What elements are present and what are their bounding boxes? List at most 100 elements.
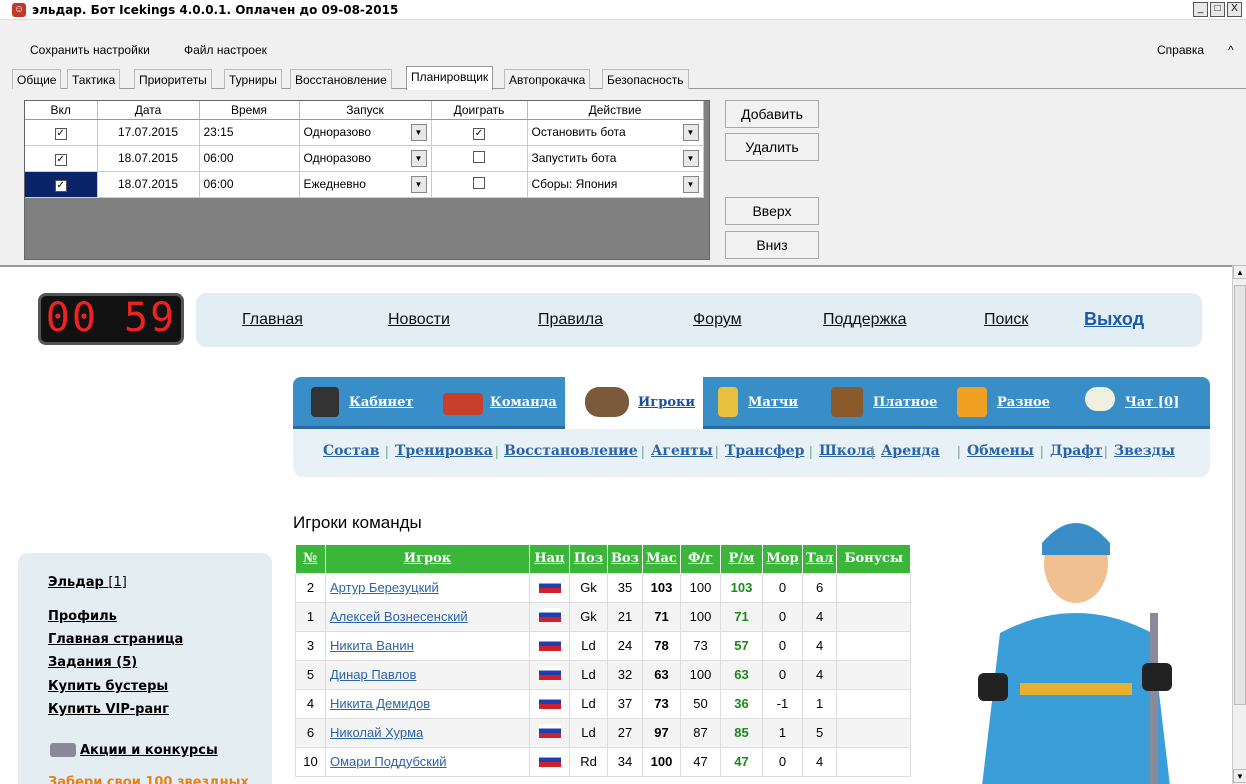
player-link[interactable]: Динар Павлов	[325, 659, 530, 690]
move-up-button[interactable]: Вверх	[725, 197, 819, 225]
col-nation[interactable]: Нац	[529, 545, 570, 573]
dropdown-arrow-icon[interactable]: ▼	[682, 176, 699, 193]
minimize-button[interactable]: _	[1193, 2, 1208, 17]
nav-rules-link[interactable]: Правила	[538, 311, 603, 329]
tab-tactics[interactable]: Тактика	[67, 69, 121, 89]
row-time[interactable]: 23:15	[199, 119, 300, 146]
dropdown-arrow-icon[interactable]: ▼	[410, 150, 427, 167]
tab-scheduler[interactable]: Планировщик	[406, 66, 494, 90]
tab-tournaments[interactable]: Турниры	[224, 69, 282, 89]
dropdown-arrow-icon[interactable]: ▼	[682, 124, 699, 141]
main-page-link[interactable]: Главная страница	[48, 632, 183, 647]
player-link[interactable]: Николай Хурма	[325, 717, 530, 748]
gamenav-chat[interactable]: Чат [0]	[1125, 395, 1179, 410]
grid-row-selected[interactable]: ✓ 18.07.2015 06:00 Ежедневно ▼ Сборы: Япо…	[25, 171, 704, 198]
row-date[interactable]: 18.07.2015	[97, 171, 200, 198]
enabled-checkbox[interactable]: ✓	[54, 179, 67, 192]
dropdown-arrow-icon[interactable]: ▼	[410, 176, 427, 193]
player-link[interactable]: Алексей Вознесенский	[325, 601, 530, 632]
add-button[interactable]: Добавить	[725, 100, 819, 128]
row-date[interactable]: 18.07.2015	[97, 145, 200, 172]
finish-checkbox[interactable]	[473, 176, 485, 189]
col-form[interactable]: Ф/г	[680, 545, 721, 573]
nav-news-link[interactable]: Новости	[388, 311, 450, 329]
col-talent[interactable]: Тал	[802, 545, 838, 573]
subnav-rent[interactable]: Аренда	[881, 443, 940, 459]
nav-search-link[interactable]: Поиск	[984, 311, 1028, 329]
col-player[interactable]: Игрок	[325, 545, 530, 573]
player-link[interactable]: Никита Демидов	[325, 688, 530, 719]
col-number[interactable]: №	[295, 545, 326, 573]
subnav-exchanges[interactable]: Обмены	[967, 443, 1034, 459]
nav-home-link[interactable]: Главная	[242, 311, 303, 329]
tab-priorities[interactable]: Приоритеты	[134, 69, 212, 89]
col-age[interactable]: Воз	[607, 545, 643, 573]
delete-button[interactable]: Удалить	[725, 133, 819, 161]
grid-row[interactable]: ✓ 18.07.2015 06:00 Одноразово ▼ Запустить…	[25, 145, 704, 172]
subnav-roster[interactable]: Состав	[323, 443, 379, 459]
tab-recovery[interactable]: Восстановление	[290, 69, 392, 89]
tasks-link[interactable]: Задания	[48, 655, 112, 670]
scroll-down-icon[interactable]: ▼	[1233, 769, 1246, 783]
subnav-agents[interactable]: Агенты	[651, 443, 713, 459]
gamenav-matches[interactable]: Матчи	[748, 395, 798, 410]
close-button[interactable]: X	[1227, 2, 1242, 17]
row-time[interactable]: 06:00	[199, 171, 300, 198]
grid-row[interactable]: ✓ 17.07.2015 23:15 Одноразово ▼ ✓ Останов…	[25, 119, 704, 146]
subnav-school[interactable]: Школа	[819, 443, 875, 459]
launch-select[interactable]: Одноразово ▼	[304, 150, 427, 167]
move-down-button[interactable]: Вниз	[725, 231, 819, 259]
promo-link[interactable]: Акции и конкурсы	[80, 743, 218, 758]
gamenav-misc[interactable]: Разное	[997, 395, 1050, 410]
tab-security[interactable]: Безопасность	[602, 69, 689, 89]
tab-autolevel[interactable]: Автопрокачка	[504, 69, 591, 89]
player-link[interactable]: Артур Березуцкий	[325, 572, 530, 603]
dropdown-arrow-icon[interactable]: ▼	[682, 150, 699, 167]
players-icon	[585, 387, 629, 417]
gamenav-team[interactable]: Команда	[490, 395, 557, 410]
user-name-link[interactable]: Эльдар	[48, 575, 104, 590]
menu-settings-file[interactable]: Файл настроек	[184, 43, 267, 57]
maximize-button[interactable]: □	[1210, 2, 1225, 17]
subnav-stars[interactable]: Звезды	[1114, 443, 1175, 459]
subnav-draft[interactable]: Драфт	[1050, 443, 1103, 459]
gamenav-cabinet[interactable]: Кабинет	[349, 395, 413, 410]
enabled-checkbox[interactable]: ✓	[54, 153, 67, 166]
boosters-link[interactable]: Купить бустеры	[48, 679, 168, 694]
player-link[interactable]: Омари Поддубский	[325, 746, 530, 777]
col-rm[interactable]: Р/м	[720, 545, 763, 573]
row-time[interactable]: 06:00	[199, 145, 300, 172]
scroll-thumb[interactable]	[1234, 285, 1246, 705]
action-select[interactable]: Сборы: Япония ▼	[532, 176, 699, 193]
col-mastery[interactable]: Мас	[642, 545, 681, 573]
nav-support-link[interactable]: Поддержка	[823, 311, 906, 329]
finish-checkbox[interactable]: ✓	[473, 127, 485, 140]
col-position[interactable]: Поз	[569, 545, 608, 573]
subnav-training[interactable]: Тренировка	[395, 443, 493, 459]
enabled-checkbox[interactable]: ✓	[54, 127, 67, 140]
nav-forum-link[interactable]: Форум	[693, 311, 742, 329]
vip-link[interactable]: Купить VIP-ранг	[48, 702, 169, 717]
col-morale[interactable]: Мор	[762, 545, 803, 573]
subnav-recovery[interactable]: Восстановление	[504, 443, 638, 459]
subnav-transfer[interactable]: Трансфер	[725, 443, 804, 459]
gamenav-players[interactable]: Игроки	[638, 395, 695, 410]
launch-select[interactable]: Ежедневно ▼	[304, 176, 427, 193]
action-select[interactable]: Остановить бота ▼	[532, 124, 699, 141]
row-date[interactable]: 17.07.2015	[97, 119, 200, 146]
collapse-ribbon-icon[interactable]: ^	[1228, 43, 1234, 57]
tab-general[interactable]: Общие	[12, 69, 62, 89]
vertical-scrollbar[interactable]: ▲ ▼	[1232, 265, 1246, 784]
action-select[interactable]: Запустить бота ▼	[532, 150, 699, 167]
menu-save-settings[interactable]: Сохранить настройки	[30, 43, 150, 57]
scroll-up-icon[interactable]: ▲	[1233, 265, 1246, 279]
dropdown-arrow-icon[interactable]: ▼	[410, 124, 427, 141]
launch-select[interactable]: Одноразово ▼	[304, 124, 427, 141]
menu-help[interactable]: Справка	[1157, 43, 1204, 57]
gamenav-paid[interactable]: Платное	[873, 395, 937, 410]
nav-exit-link[interactable]: Выход	[1084, 309, 1144, 330]
player-link[interactable]: Никита Ванин	[325, 630, 530, 661]
profile-link[interactable]: Профиль	[48, 609, 117, 624]
promo-teaser[interactable]: Забери свои 100 звездных	[48, 775, 249, 784]
finish-checkbox[interactable]	[473, 150, 485, 163]
